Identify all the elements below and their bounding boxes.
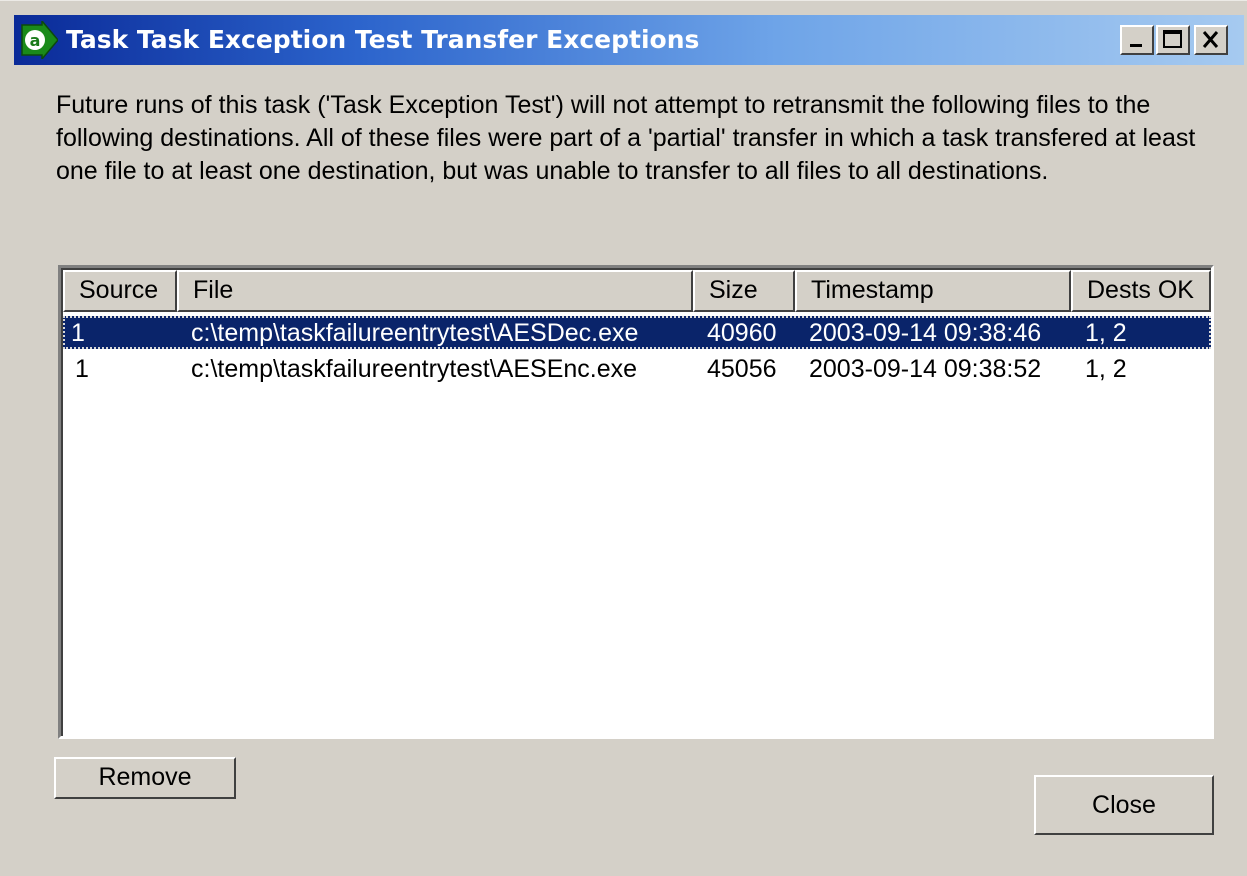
description-text: Future runs of this task ('Task Exceptio… — [56, 91, 1196, 185]
cell-timestamp: 2003-09-14 09:38:52 — [809, 355, 1042, 383]
cell-dests-ok: 1, 2 — [1085, 319, 1127, 347]
cell-size: 45056 — [707, 355, 777, 383]
close-button[interactable]: Close — [1034, 775, 1214, 835]
minimize-button[interactable] — [1120, 25, 1154, 55]
cell-source: 1 — [75, 355, 89, 383]
title-bar[interactable]: a Task Task Exception Test Transfer Exce… — [14, 15, 1244, 65]
svg-text:a: a — [30, 31, 41, 50]
minimize-icon — [1130, 44, 1142, 47]
close-icon — [1202, 31, 1219, 48]
table-row[interactable]: 1 c:\temp\taskfailureentrytest\AESEnc.ex… — [63, 352, 1211, 385]
column-header-dests-ok[interactable]: Dests OK — [1071, 270, 1211, 312]
table-row[interactable]: 1 c:\temp\taskfailureentrytest\AESDec.ex… — [63, 316, 1211, 349]
maximize-button[interactable] — [1156, 25, 1190, 55]
close-window-button[interactable] — [1194, 25, 1228, 55]
list-header: Source File Size Timestamp Dests OK — [63, 270, 1211, 312]
cell-timestamp: 2003-09-14 09:38:46 — [809, 319, 1042, 347]
column-header-source[interactable]: Source — [63, 270, 177, 312]
column-header-file[interactable]: File — [177, 270, 693, 312]
maximize-icon — [1163, 30, 1182, 48]
app-arrow-icon: a — [21, 21, 58, 59]
exceptions-list[interactable]: Source File Size Timestamp Dests OK 1 c:… — [58, 265, 1214, 739]
column-header-size[interactable]: Size — [693, 270, 795, 312]
cell-file: c:\temp\taskfailureentrytest\AESEnc.exe — [191, 355, 638, 383]
remove-button[interactable]: Remove — [54, 757, 236, 799]
cell-size: 40960 — [707, 319, 777, 347]
window-title: Task Task Exception Test Transfer Except… — [66, 25, 700, 54]
cell-file: c:\temp\taskfailureentrytest\AESDec.exe — [191, 319, 639, 347]
cell-source: 1 — [71, 319, 85, 347]
cell-dests-ok: 1, 2 — [1085, 355, 1127, 383]
column-header-timestamp[interactable]: Timestamp — [795, 270, 1071, 312]
dialog-window: a Task Task Exception Test Transfer Exce… — [0, 0, 1247, 876]
